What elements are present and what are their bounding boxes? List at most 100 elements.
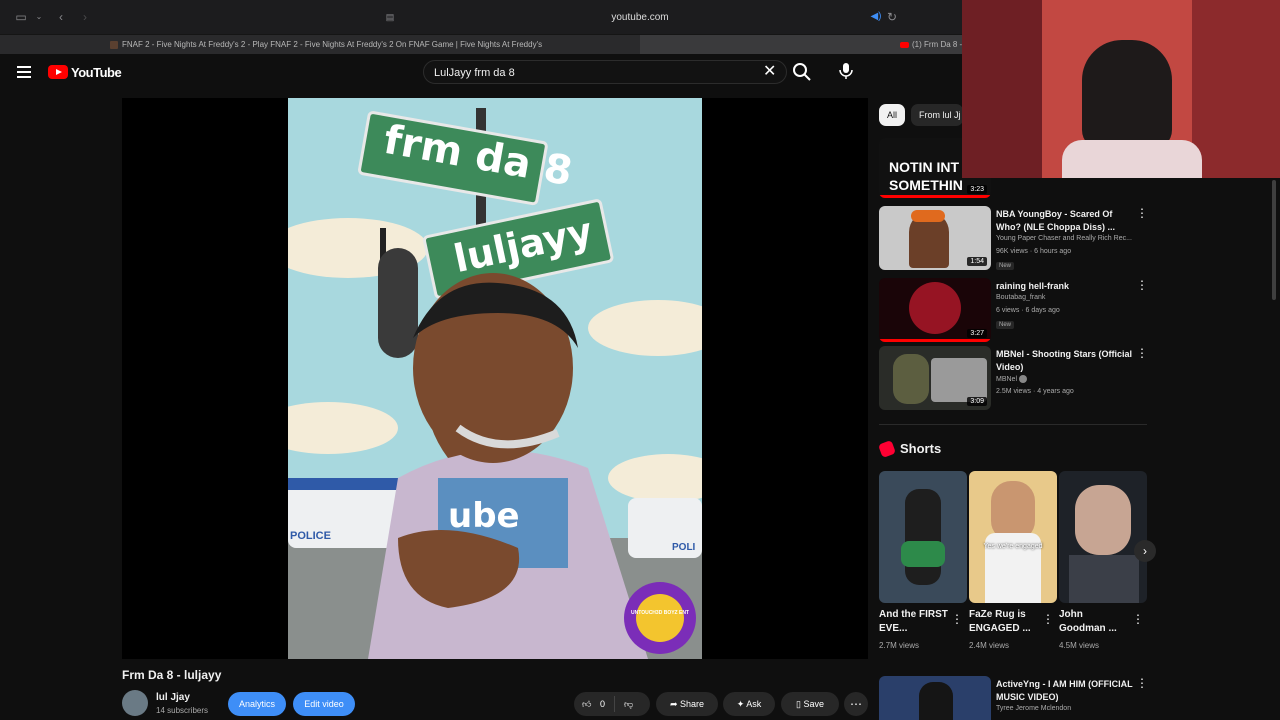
list-item[interactable]: ActiveYng - I AM HIM (OFFICIAL MUSIC VID… [879, 676, 1149, 720]
divider [614, 696, 615, 712]
artwork-badge-text: UNTOUCH3D BOYZ ENT [631, 610, 689, 616]
save-button[interactable]: ▯ Save [781, 692, 839, 716]
video-title[interactable]: MBNel - Shooting Stars (Official Video) [996, 348, 1136, 374]
artwork-shirt-text: ube [448, 496, 520, 536]
channel-name[interactable]: MBNel [996, 375, 1027, 383]
list-item[interactable]: 3:09 MBNel - Shooting Stars (Official Vi… [879, 346, 1149, 410]
audio-icon[interactable]: ◀) [869, 10, 883, 24]
menu-icon[interactable] [17, 66, 31, 78]
subscriber-count: 14 subscribers [156, 706, 209, 715]
save-label: Save [803, 699, 824, 709]
search-input[interactable] [434, 65, 734, 81]
more-options-icon[interactable]: ⋮ [951, 612, 963, 626]
microphone-icon[interactable] [836, 61, 856, 81]
thumbnail-figure [909, 282, 961, 334]
video-meta: 96K views · 6 hours ago [996, 248, 1072, 255]
thumbnail-figure [893, 354, 929, 404]
search-icon[interactable] [790, 60, 814, 84]
shorts-icon [878, 440, 896, 458]
list-item[interactable]: 1:54 NBA YoungBoy - Scared Of Who? (NLE … [879, 206, 1149, 270]
thumbnail-face [991, 481, 1035, 541]
video-title: Frm Da 8 - luljayy [122, 668, 222, 682]
thumbnail-car [931, 358, 987, 402]
short-title[interactable]: And the FIRST EVE... [879, 608, 949, 636]
more-options-icon[interactable]: ⋮ [1132, 612, 1144, 626]
thumbnail-face [1075, 485, 1131, 555]
webcam-curtain [962, 0, 1042, 178]
youtube-play-icon [48, 65, 68, 79]
like-count: 0 [600, 699, 606, 709]
back-icon[interactable]: ‹ [54, 10, 68, 24]
youtube-logo[interactable]: YouTube [48, 64, 122, 80]
duration-badge: 1:54 [967, 257, 987, 266]
more-options-icon[interactable]: ⋮ [1136, 676, 1148, 690]
avatar[interactable] [122, 690, 148, 716]
video-title[interactable]: raining hell-frank [996, 280, 1136, 293]
ask-label: Ask [746, 699, 762, 709]
video-title[interactable]: ActiveYng - I AM HIM (OFFICIAL MUSIC VID… [996, 678, 1136, 704]
favicon-icon [110, 41, 118, 49]
channel-name[interactable]: Young Paper Chaser and Really Rich Rec..… [996, 235, 1132, 242]
video-meta: 6 views · 6 days ago [996, 307, 1060, 314]
more-actions-icon[interactable]: ⋯ [844, 692, 868, 716]
video-title[interactable]: NBA YoungBoy - Scared Of Who? (NLE Chopp… [996, 208, 1136, 234]
list-item[interactable]: 3:27 raining hell-frank Boutabag_frank 6… [879, 278, 1149, 342]
webcam-background [1192, 0, 1280, 178]
webcam-overlay [962, 0, 1280, 178]
video-thumbnail[interactable]: 3:09 [879, 346, 991, 410]
video-meta: 2.5M views · 4 years ago [996, 388, 1074, 395]
thumbs-down-icon[interactable]: 👎︎ [624, 692, 633, 716]
short-thumbnail[interactable] [1059, 471, 1147, 603]
edit-video-button[interactable]: Edit video [293, 692, 355, 716]
short-title[interactable]: John Goodman ... [1059, 608, 1129, 636]
duration-badge: 3:09 [967, 397, 987, 406]
sparkle-icon: ✦ [736, 699, 747, 709]
tab-fnaf[interactable]: FNAF 2 - Five Nights At Freddy's 2 - Pla… [106, 35, 638, 55]
sidebar-toggle-icon[interactable]: ▭ [14, 10, 28, 24]
channel-name[interactable]: Tyree Jerome Mclendon [996, 705, 1071, 712]
watch-progress [879, 339, 991, 342]
thumbnail-belt [901, 541, 945, 567]
webcam-person [1082, 40, 1172, 150]
channel-name[interactable]: lul Jjay [156, 692, 190, 703]
short-title[interactable]: FaZe Rug is ENGAGED ... [969, 608, 1039, 636]
short-thumbnail[interactable] [879, 471, 967, 603]
thumbs-up-icon[interactable]: 👍︎ [582, 692, 591, 716]
thumbnail-shirt [1069, 555, 1139, 603]
short-views: 2.7M views [879, 641, 920, 650]
ask-button[interactable]: ✦ Ask [723, 692, 775, 716]
scrollbar[interactable] [1272, 180, 1276, 300]
video-thumbnail[interactable]: 3:27 [879, 278, 991, 342]
share-label: Share [680, 699, 705, 709]
close-icon[interactable]: ✕ [763, 64, 776, 80]
more-options-icon[interactable]: ⋮ [1042, 612, 1054, 626]
tab-title: (1) Frm Da 8 - [912, 40, 962, 49]
thumbnail-figure [919, 682, 953, 720]
logo-text: YouTube [71, 64, 122, 80]
video-frame-artwork[interactable]: frm da 8 luljayy ube POLICE POLI UNTOUCH… [288, 98, 702, 659]
more-options-icon[interactable]: ⋮ [1136, 346, 1148, 360]
chevron-down-icon[interactable]: ⌄ [32, 10, 46, 24]
analytics-button[interactable]: Analytics [228, 692, 286, 716]
more-options-icon[interactable]: ⋮ [1136, 206, 1148, 220]
address-bar[interactable]: youtube.com [380, 8, 900, 28]
channel-name[interactable]: Boutabag_frank [996, 294, 1045, 301]
tab-youtube[interactable]: (1) Frm Da 8 - [640, 35, 962, 55]
webcam-person-shirt [1062, 140, 1202, 178]
artwork-police-text: POLICE [290, 530, 331, 542]
short-thumbnail[interactable]: Yes we're engaged [969, 471, 1057, 603]
reload-icon[interactable]: ↻ [885, 10, 899, 24]
chip-from-channel[interactable]: From lul Jj [911, 104, 963, 126]
chip-all[interactable]: All [879, 104, 906, 126]
duration-badge: 3:23 [967, 185, 987, 194]
share-button[interactable]: ➦ Share [656, 692, 718, 716]
youtube-favicon-icon [900, 42, 909, 48]
forward-icon[interactable]: › [78, 10, 92, 24]
video-thumbnail[interactable] [879, 676, 991, 720]
thumbnail-figure [905, 489, 941, 585]
short-overlay-text: Yes we're engaged [983, 543, 1043, 550]
more-options-icon[interactable]: ⋮ [1136, 278, 1148, 292]
channel-name-text: MBNel [996, 375, 1018, 383]
video-thumbnail[interactable]: 1:54 [879, 206, 991, 270]
chevron-right-icon[interactable]: › [1134, 540, 1156, 562]
